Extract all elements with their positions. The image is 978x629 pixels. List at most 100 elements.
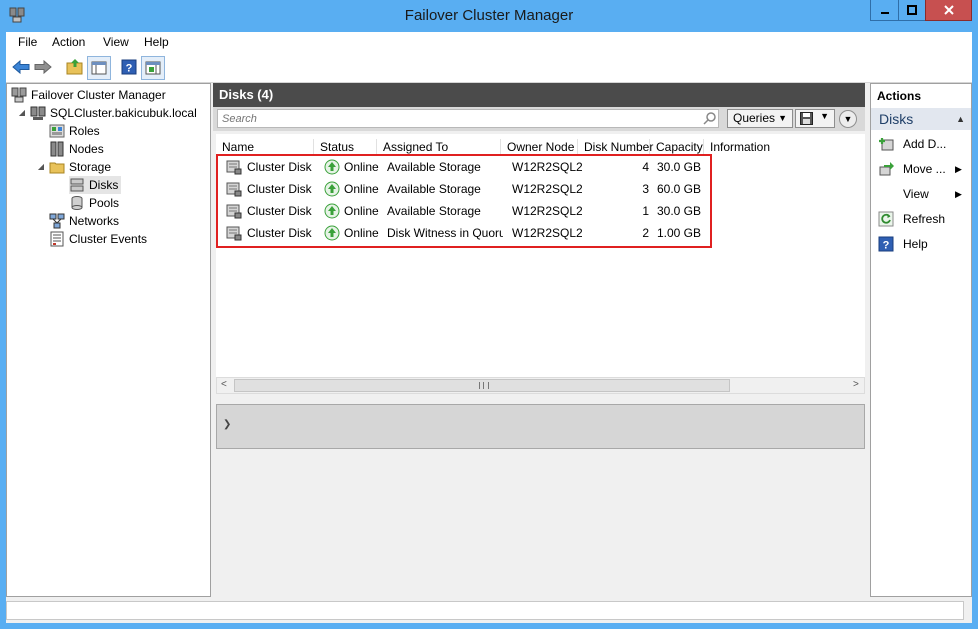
- tree-item-label: Nodes: [69, 142, 104, 156]
- column-header-status[interactable]: Status: [314, 139, 377, 155]
- minimize-button[interactable]: [870, 0, 899, 21]
- status-text-box: [6, 601, 964, 620]
- submenu-arrow-icon: ▶: [955, 164, 962, 174]
- svg-text:?: ?: [883, 240, 890, 252]
- disk-assigned-to: Available Storage: [387, 160, 481, 174]
- action-label: Move ...: [903, 162, 946, 176]
- roles-icon: [49, 124, 65, 138]
- maximize-icon: [907, 5, 917, 15]
- cluster-icon: [30, 106, 46, 120]
- actions-title: Actions: [877, 89, 922, 103]
- column-header-assigned-to[interactable]: Assigned To: [377, 139, 501, 155]
- search-input[interactable]: [217, 109, 719, 128]
- disk-number: 3: [642, 182, 649, 196]
- tree-item-root[interactable]: Failover Cluster Manager: [11, 86, 166, 104]
- tree-item-label: Disks: [89, 178, 119, 192]
- move-icon: [879, 162, 894, 176]
- menu-file[interactable]: File: [18, 32, 37, 52]
- column-header-disk-number[interactable]: Disk Number: [578, 139, 653, 155]
- scroll-left-icon[interactable]: <: [221, 379, 227, 390]
- scrollbar-thumb[interactable]: [234, 379, 730, 392]
- column-header-information[interactable]: Information: [704, 139, 865, 155]
- disk-assigned-to: Available Storage: [387, 182, 481, 196]
- expanded-arrow-icon[interactable]: ◢: [17, 104, 27, 122]
- tree-item-cluster-events[interactable]: Cluster Events: [49, 230, 147, 248]
- disks-icon: [70, 178, 84, 192]
- show-hide-tree-button[interactable]: [87, 56, 111, 80]
- close-icon: [943, 5, 954, 15]
- collapse-search-button[interactable]: ▼: [839, 110, 857, 128]
- queries-button[interactable]: Queries ▼: [727, 109, 793, 128]
- show-hide-action-pane-icon: [145, 61, 161, 75]
- action-add-disk[interactable]: Add D...: [871, 132, 971, 157]
- forward-button[interactable]: [32, 56, 54, 78]
- column-header-capacity[interactable]: Capacity: [650, 139, 704, 155]
- actions-section-disks[interactable]: Disks ▲: [871, 108, 971, 130]
- horizontal-scrollbar[interactable]: < >: [216, 377, 865, 394]
- disk-owner-node: W12R2SQL2: [512, 160, 582, 174]
- menu-help[interactable]: Help: [144, 32, 169, 52]
- disk-owner-node: W12R2SQL2: [512, 226, 582, 240]
- disk-name: Cluster Disk 2: [247, 182, 315, 196]
- failover-cluster-icon[interactable]: [8, 6, 26, 24]
- show-hide-action-pane-button[interactable]: [141, 56, 165, 80]
- column-header-owner-node[interactable]: Owner Node: [501, 139, 578, 155]
- storage-folder-icon: [49, 162, 65, 174]
- up-folder-icon: [66, 59, 83, 75]
- table-row[interactable]: Cluster Disk 1 Online Available Storage …: [216, 156, 756, 178]
- tree-item-pools[interactable]: Pools: [69, 194, 119, 212]
- cluster-events-icon: [50, 231, 64, 247]
- pools-icon: [71, 196, 83, 210]
- cluster-disk-icon: [226, 204, 242, 219]
- svg-text:?: ?: [126, 63, 133, 75]
- online-status-icon: [324, 225, 340, 241]
- save-query-button[interactable]: ▼: [795, 109, 835, 128]
- tree-item-networks[interactable]: Networks: [49, 212, 119, 230]
- close-button[interactable]: [925, 0, 972, 21]
- disk-number: 2: [642, 226, 649, 240]
- tree-item-storage[interactable]: ◢ Storage: [36, 158, 111, 176]
- menu-view[interactable]: View: [103, 32, 129, 52]
- action-label: Refresh: [903, 212, 946, 226]
- scroll-right-icon[interactable]: >: [853, 379, 859, 390]
- networks-icon: [49, 213, 65, 229]
- column-header-name[interactable]: Name: [216, 139, 314, 155]
- online-status-icon: [324, 159, 340, 175]
- maximize-button[interactable]: [898, 0, 926, 21]
- disk-information: [710, 178, 750, 200]
- menu-action[interactable]: Action: [52, 32, 85, 52]
- grip-icon: [479, 382, 489, 389]
- action-move[interactable]: Move ... ▶: [871, 157, 971, 182]
- help-icon: ?: [878, 236, 894, 252]
- disk-status: Online: [344, 160, 379, 174]
- title-bar[interactable]: Failover Cluster Manager: [0, 0, 978, 32]
- action-refresh[interactable]: Refresh: [871, 207, 971, 232]
- disk-name: Cluster Disk 3: [247, 204, 315, 218]
- table-row[interactable]: Cluster Disk 3 Online Available Storage …: [216, 200, 756, 222]
- disk-name: Cluster Disk 4: [247, 226, 315, 240]
- up-folder-button[interactable]: [64, 56, 86, 78]
- expand-details-icon[interactable]: ❯: [223, 419, 231, 430]
- disk-status: Online: [344, 182, 379, 196]
- action-view[interactable]: View ▶: [871, 182, 971, 207]
- show-hide-tree-icon: [91, 61, 107, 75]
- help-button[interactable]: ?: [118, 56, 140, 78]
- tree-item-nodes[interactable]: Nodes: [49, 140, 104, 158]
- disk-number: 1: [642, 204, 649, 218]
- action-help[interactable]: ? Help: [871, 232, 971, 257]
- tree-item-label: Storage: [69, 160, 112, 174]
- tree-item-disks[interactable]: Disks: [69, 176, 122, 194]
- back-button[interactable]: [10, 56, 32, 78]
- table-row[interactable]: Cluster Disk 4 Online Disk Witness in Qu…: [216, 222, 756, 244]
- expanded-arrow-icon[interactable]: ◢: [36, 158, 46, 176]
- search-bar: Queries ▼ ▼ ▼: [213, 107, 865, 131]
- table-row[interactable]: Cluster Disk 2 Online Available Storage …: [216, 178, 756, 200]
- cluster-disk-icon: [226, 182, 242, 197]
- results-pane: Disks (4) Queries ▼ ▼ ▼ Name Status Assi…: [213, 83, 868, 597]
- nodes-icon: [50, 141, 64, 157]
- tree-item-cluster[interactable]: ◢ SQLCluster.bakicubuk.local: [17, 104, 197, 122]
- search-icon[interactable]: [703, 112, 717, 129]
- disks-list: Name Status Assigned To Owner Node Disk …: [216, 134, 865, 377]
- tree-item-roles[interactable]: Roles: [49, 122, 100, 140]
- collapse-arrow-icon[interactable]: ▲: [956, 108, 965, 130]
